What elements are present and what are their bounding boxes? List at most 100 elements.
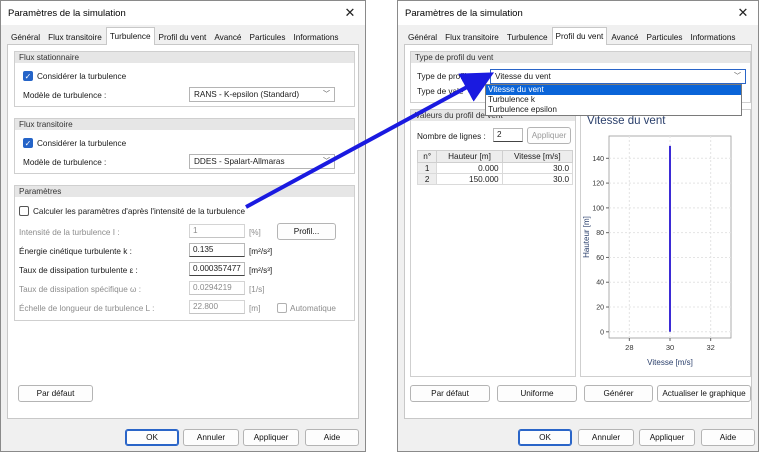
dissipation-label: Taux de dissipation turbulente ε : <box>19 266 138 275</box>
transient-turbulence-label: Considérer la turbulence <box>37 139 127 148</box>
speed-cell[interactable]: 30.0 <box>501 162 574 174</box>
tab-informations[interactable]: Informations <box>289 29 342 44</box>
col-number: n° <box>416 150 438 163</box>
generate-button[interactable]: Générer <box>584 385 653 402</box>
tab-general[interactable]: Général <box>7 29 44 44</box>
x-tick-label: 30 <box>666 343 674 352</box>
transient-model-select[interactable]: DDES - Spalart-Allmaras ﹀ <box>189 154 335 169</box>
right-tab-bar: Général Flux transitoire Turbulence Prof… <box>404 27 752 46</box>
rows-apply-button[interactable]: Appliquer <box>527 127 571 144</box>
help-button[interactable]: Aide <box>305 429 359 446</box>
length-scale-unit: [m] <box>249 304 261 313</box>
apply-button[interactable]: Appliquer <box>243 429 299 446</box>
length-scale-field[interactable]: 22.800 <box>189 300 245 314</box>
chart-title: Vitesse du vent <box>587 115 666 127</box>
profile-type-select[interactable]: Vitesse du vent ﹀ <box>490 69 746 84</box>
parameters-header: Paramètres <box>15 186 354 197</box>
calc-from-intensity-label: Calculer les paramètres d'après l'intens… <box>33 207 246 216</box>
tab-profil-du-vent[interactable]: Profil du vent <box>155 29 211 44</box>
profile-button[interactable]: Profil... <box>277 223 336 240</box>
dropdown-option-turbulence-k[interactable]: Turbulence k <box>486 95 741 105</box>
length-scale-label: Échelle de longueur de turbulence L : <box>19 304 155 313</box>
x-tick-label: 32 <box>706 343 714 352</box>
height-cell[interactable]: 0.000 <box>436 162 503 174</box>
tab-turbulence[interactable]: Turbulence <box>503 29 552 44</box>
right-dialog: Paramètres de la simulation ✕ Général Fl… <box>397 0 759 452</box>
height-cell[interactable]: 150.000 <box>436 173 503 185</box>
table-row: 2 150.000 30.0 <box>416 173 574 185</box>
chevron-down-icon: ﹀ <box>323 91 330 98</box>
transient-model-value: DDES - Spalart-Allmaras <box>194 157 285 166</box>
rows-count-field[interactable]: 2 <box>493 128 523 142</box>
default-button[interactable]: Par défaut <box>410 385 490 402</box>
tab-avance[interactable]: Avancé <box>210 29 245 44</box>
tab-informations[interactable]: Informations <box>686 29 739 44</box>
left-footer: OK Annuler Appliquer Aide <box>1 421 365 451</box>
steady-flow-group: Flux stationnaire ✓ Considérer la turbul… <box>14 51 355 107</box>
rows-count-label: Nombre de lignes : <box>417 132 486 141</box>
default-button[interactable]: Par défaut <box>18 385 93 402</box>
transient-turbulence-checkbox[interactable]: ✓ <box>23 138 33 148</box>
chart-panel: Vitesse du vent 0 20 40 60 80 100 120 140 28 30 32… <box>580 109 751 377</box>
right-window-title: Paramètres de la simulation <box>405 7 523 19</box>
steady-model-select[interactable]: RANS - K-epsilon (Standard) ﹀ <box>189 87 335 102</box>
dropdown-option-wind-speed[interactable]: Vitesse du vent <box>486 85 741 95</box>
energy-field[interactable]: 0.135 <box>189 243 245 257</box>
intensity-unit: [%] <box>249 228 261 237</box>
profile-type-label: Type de profil : <box>417 72 471 81</box>
dissipation-unit: [m²/s³] <box>249 266 273 275</box>
dissipation-field[interactable]: 0.000357477 <box>189 262 245 276</box>
calc-from-intensity-checkbox[interactable] <box>19 206 29 216</box>
y-tick-label: 40 <box>596 280 604 287</box>
tab-particules[interactable]: Particules <box>642 29 686 44</box>
refresh-chart-button[interactable]: Actualiser le graphique <box>657 385 751 402</box>
value-type-label: Type de vale <box>417 87 464 96</box>
y-axis-label: Hauteur [m] <box>582 216 591 258</box>
parameters-group: Paramètres Calculer les paramètres d'apr… <box>14 185 355 321</box>
left-dialog: Paramètres de la simulation ✕ Général Fl… <box>0 0 366 452</box>
close-icon[interactable]: ✕ <box>335 1 365 25</box>
tab-general[interactable]: Général <box>404 29 441 44</box>
table-row: 1 0.000 30.0 <box>416 162 574 174</box>
tab-avance[interactable]: Avancé <box>607 29 642 44</box>
ok-button[interactable]: OK <box>518 429 572 446</box>
intensity-field[interactable]: 1 <box>189 224 245 238</box>
left-title-bar: Paramètres de la simulation ✕ <box>1 1 365 25</box>
dropdown-option-turbulence-epsilon[interactable]: Turbulence epsilon <box>486 105 741 115</box>
tab-flux-transitoire[interactable]: Flux transitoire <box>44 29 106 44</box>
table-header-row: n° Hauteur [m] Vitesse [m/s] <box>416 150 574 163</box>
ok-button[interactable]: OK <box>125 429 179 446</box>
chevron-down-icon: ﹀ <box>734 73 741 80</box>
row-number: 2 <box>416 173 438 185</box>
y-tick-label: 80 <box>596 230 604 237</box>
tab-profil-du-vent[interactable]: Profil du vent <box>551 27 608 46</box>
turbulence-panel: Flux stationnaire ✓ Considérer la turbul… <box>7 45 359 419</box>
y-tick-label: 120 <box>592 181 604 188</box>
cancel-button[interactable]: Annuler <box>183 429 239 446</box>
steady-model-value: RANS - K-epsilon (Standard) <box>194 90 300 99</box>
col-speed: Vitesse [m/s] <box>501 150 574 163</box>
y-tick-label: 0 <box>600 329 604 336</box>
close-icon[interactable]: ✕ <box>728 1 758 25</box>
profile-type-header: Type de profil du vent <box>411 52 750 63</box>
help-button[interactable]: Aide <box>701 429 755 446</box>
uniform-button[interactable]: Uniforme <box>497 385 577 402</box>
y-tick-label: 60 <box>596 255 604 262</box>
profile-type-value: Vitesse du vent <box>495 72 551 81</box>
energy-unit: [m²/s²] <box>249 247 273 256</box>
wind-speed-chart: 0 20 40 60 80 100 120 140 28 30 32 Vitesse [m/s] Hau… <box>582 135 732 367</box>
tab-flux-transitoire[interactable]: Flux transitoire <box>441 29 503 44</box>
specific-dissipation-label: Taux de dissipation spécifique ω : <box>19 285 141 294</box>
tab-turbulence[interactable]: Turbulence <box>105 27 155 46</box>
automatic-checkbox[interactable] <box>277 303 287 313</box>
tab-particules[interactable]: Particules <box>245 29 289 44</box>
energy-label: Énergie cinétique turbulente k : <box>19 247 132 256</box>
left-tab-bar: Général Flux transitoire Turbulence Prof… <box>7 27 359 46</box>
specific-dissipation-field[interactable]: 0.0294219 <box>189 281 245 295</box>
speed-cell[interactable]: 30.0 <box>501 173 574 185</box>
cancel-button[interactable]: Annuler <box>578 429 634 446</box>
steady-turbulence-checkbox[interactable]: ✓ <box>23 71 33 81</box>
y-tick-label: 20 <box>596 305 604 312</box>
intensity-label: Intensité de la turbulence I : <box>19 228 120 237</box>
apply-button[interactable]: Appliquer <box>639 429 695 446</box>
